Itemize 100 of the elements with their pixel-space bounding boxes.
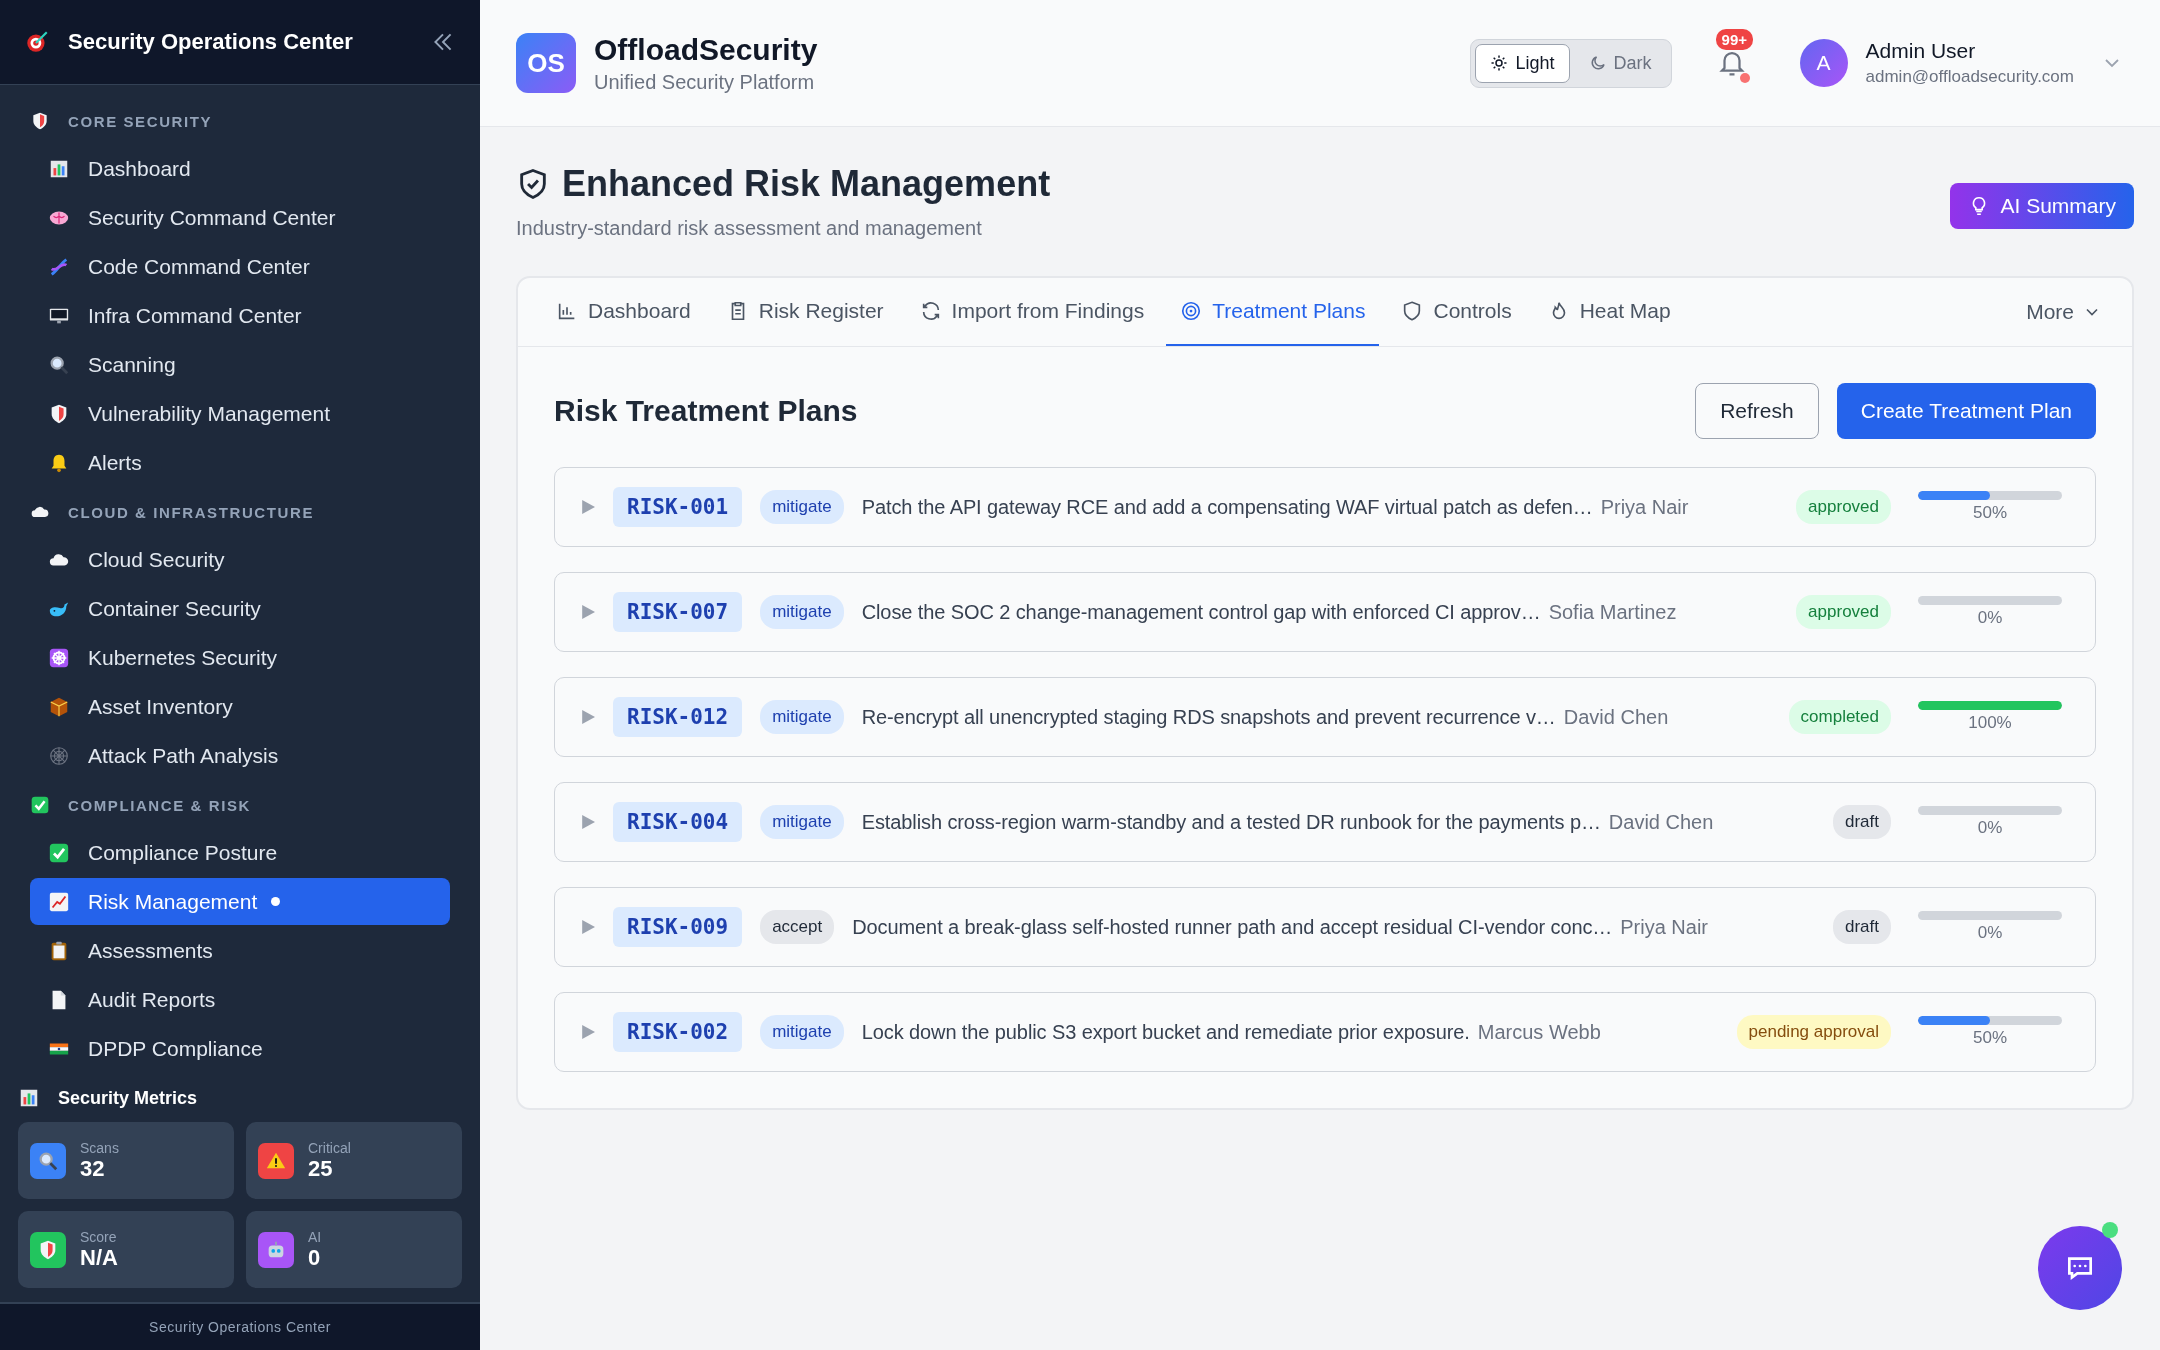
owner-name: Marcus Webb: [1477, 1020, 1601, 1044]
metric-value: 32: [80, 1155, 106, 1182]
sidebar-item[interactable]: Asset Inventory: [30, 683, 450, 730]
expand-icon[interactable]: [581, 815, 595, 829]
status-tag: completed: [1788, 700, 1891, 734]
owner-name: Sofia Martinez: [1548, 600, 1677, 624]
progress-percent: 0%: [1977, 818, 2003, 838]
plan-description: Close the SOC 2 change-management control gap with enforced CI approv…: [861, 600, 1541, 624]
sun-icon: [1490, 54, 1509, 72]
user-email: admin@offloadsecurity.com: [1865, 67, 2074, 87]
plan-description: Lock down the public S3 export bucket and remediate prior exposure.: [861, 1020, 1470, 1044]
progress-percent: 0%: [1977, 608, 2003, 628]
sidebar-item[interactable]: DPDP Compliance: [30, 1025, 450, 1072]
user-name: Admin User: [1865, 39, 1977, 63]
metrics-title: Security Metrics: [58, 1087, 198, 1109]
page-subtitle: Industry-standard risk assessment and management: [516, 217, 983, 240]
metric-label: AI: [308, 1228, 322, 1245]
metric-value: N/A: [80, 1244, 118, 1271]
theme-option[interactable]: Light: [1475, 43, 1570, 83]
shield-icon: [30, 111, 50, 131]
progress-percent: 50%: [1973, 1028, 2007, 1048]
type-tag: accept: [760, 910, 835, 944]
metric-label: Critical: [308, 1139, 351, 1156]
web-icon: [48, 744, 70, 767]
status-tag: draft: [1832, 805, 1891, 839]
tab[interactable]: Heat Map: [1533, 278, 1685, 346]
tab[interactable]: Controls: [1387, 278, 1526, 346]
owner-name: Priya Nair: [1620, 915, 1709, 939]
type-tag: mitigate: [760, 700, 844, 734]
plan-row[interactable]: RISK-002 mitigate Lock down the public S3 export bucket and remediate prior exposure. Marcus Webb pending approval 50%: [554, 992, 2096, 1072]
refresh-button[interactable]: Refresh: [1695, 383, 1819, 439]
expand-icon[interactable]: [581, 920, 595, 934]
section-heading: COMPLIANCE & RISK: [68, 796, 252, 814]
create-button[interactable]: Create Treatment Plan: [1836, 383, 2096, 439]
tab[interactable]: Dashboard: [542, 278, 705, 346]
plan-description: Re-encrypt all unencrypted staging RDS snapshots and prevent recurrence v…: [861, 705, 1556, 729]
risk-id: RISK-002: [613, 1012, 743, 1052]
sidebar-item[interactable]: Attack Path Analysis: [30, 732, 450, 779]
plan-description: Document a break-glass self-hosted runner path and accept residual CI-vendor conc…: [852, 915, 1613, 939]
type-tag: mitigate: [760, 1015, 844, 1049]
target-icon: [24, 29, 50, 55]
plan-row[interactable]: RISK-009 accept Document a break-glass self-hosted runner path and accept residual CI-vendor conc… Priya Nair draft 0%: [554, 887, 2096, 967]
metric-label: Score: [80, 1228, 118, 1245]
type-tag: mitigate: [760, 490, 844, 524]
notification-badge: 99+: [1715, 29, 1753, 50]
trend-chart-icon: [48, 890, 70, 913]
sidebar-item[interactable]: Security Command Center: [30, 194, 450, 241]
expand-icon[interactable]: [581, 605, 595, 619]
progress-percent: 100%: [1968, 713, 2012, 733]
metric-value: 25: [308, 1155, 334, 1182]
sidebar-item[interactable]: Audit Reports: [30, 976, 450, 1023]
progress-percent: 0%: [1977, 923, 2003, 943]
status-tag: draft: [1832, 910, 1891, 944]
expand-icon[interactable]: [581, 710, 595, 724]
sidebar-item[interactable]: Assessments: [30, 927, 450, 974]
sidebar-item[interactable]: Dashboard: [30, 145, 450, 192]
sidebar-title: Security Operations Center: [68, 29, 354, 55]
bar-chart-icon: [18, 1087, 40, 1109]
sidebar-item[interactable]: Compliance Posture: [30, 829, 450, 876]
sidebar-item[interactable]: Code Command Center: [30, 243, 450, 290]
expand-icon[interactable]: [581, 500, 595, 514]
tab[interactable]: Treatment Plans: [1166, 278, 1380, 346]
progress-percent: 50%: [1973, 503, 2007, 523]
expand-icon[interactable]: [581, 1025, 595, 1039]
ai-summary-button[interactable]: AI Summary: [1950, 183, 2134, 229]
plan-row[interactable]: RISK-004 mitigate Establish cross-region warm-standby and a tested DR runbook for the payments p… David Chen draft 0%: [554, 782, 2096, 862]
plan-description: Establish cross-region warm-standby and a tested DR runbook for the payments p…: [861, 810, 1601, 834]
sidebar-item[interactable]: Cloud Security: [30, 536, 450, 583]
active-dot: [271, 897, 281, 906]
sidebar-item[interactable]: Scanning: [30, 341, 450, 388]
tagline: Unified Security Platform: [594, 70, 816, 94]
tab[interactable]: Risk Register: [712, 278, 898, 346]
section-heading: CORE SECURITY: [68, 112, 213, 130]
risk-id: RISK-009: [613, 907, 743, 947]
page-title: Enhanced Risk Management: [562, 163, 1051, 205]
plan-description: Patch the API gateway RCE and add a compensating WAF virtual patch as defen…: [861, 495, 1593, 519]
sidebar-item[interactable]: Risk Management: [30, 878, 450, 925]
risk-id: RISK-004: [613, 802, 743, 842]
helm-icon: [48, 646, 70, 669]
risk-id: RISK-007: [613, 592, 743, 632]
theme-option[interactable]: Dark: [1573, 43, 1667, 83]
plan-row[interactable]: RISK-012 mitigate Re-encrypt all unencrypted staging RDS snapshots and prevent recurrence v… David Chen completed 100%: [554, 677, 2096, 757]
sidebar-item[interactable]: Vulnerability Management: [30, 390, 450, 437]
plan-row[interactable]: RISK-007 mitigate Close the SOC 2 change-management control gap with enforced CI approv… Sofia Martinez approved 0%: [554, 572, 2096, 652]
status-dot: [1739, 73, 1750, 83]
plan-row[interactable]: RISK-001 mitigate Patch the API gateway RCE and add a compensating WAF virtual patch as defen… Priya Nair approved 50%: [554, 467, 2096, 547]
sidebar-item[interactable]: Alerts: [30, 439, 450, 486]
sidebar-item[interactable]: Infra Command Center: [30, 292, 450, 339]
avatar[interactable]: A: [1799, 39, 1848, 87]
metric-value: 0: [308, 1244, 322, 1271]
sidebar-item[interactable]: Kubernetes Security: [30, 634, 450, 681]
sidebar-item[interactable]: Container Security: [30, 585, 450, 632]
owner-name: Priya Nair: [1600, 495, 1689, 519]
more-menu[interactable]: More: [2020, 278, 2108, 346]
risk-id: RISK-012: [613, 697, 743, 737]
section-title: Risk Treatment Plans: [554, 394, 858, 428]
status-tag: approved: [1796, 595, 1891, 629]
status-tag: pending approval: [1736, 1015, 1891, 1049]
box-icon: [48, 695, 70, 718]
tab[interactable]: Import from Findings: [905, 278, 1159, 346]
